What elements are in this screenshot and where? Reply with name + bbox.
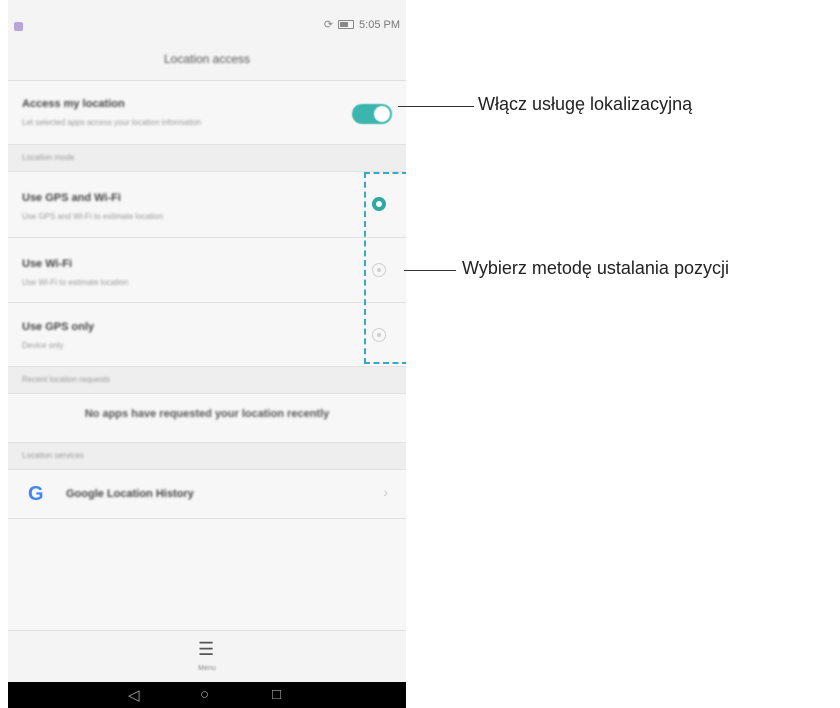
back-icon[interactable]: ◁ bbox=[128, 686, 140, 704]
title-bar: Location access bbox=[8, 40, 406, 81]
navigation-bar: ◁ ○ □ bbox=[8, 682, 406, 708]
home-icon[interactable]: ○ bbox=[200, 686, 209, 703]
section-location-services: Location services bbox=[8, 443, 406, 470]
status-bar: ⟳ 5:05 PM bbox=[8, 0, 406, 40]
access-location-title: Access my location bbox=[22, 98, 125, 110]
section-label: Recent location requests bbox=[22, 375, 111, 384]
bottom-menu-bar: ☰ Menu bbox=[8, 630, 406, 683]
callout-line-choose bbox=[404, 270, 456, 271]
mode-subtitle: Device only bbox=[22, 341, 64, 350]
recent-requests-row: No apps have requested your location rec… bbox=[8, 394, 406, 443]
section-recent-requests: Recent location requests bbox=[8, 367, 406, 394]
mode-row-wifi[interactable]: Use Wi-Fi Use Wi-Fi to estimate location bbox=[8, 238, 406, 303]
toggle-knob bbox=[374, 106, 390, 122]
mode-row-gps-wifi[interactable]: Use GPS and Wi-Fi Use GPS and Wi-Fi to e… bbox=[8, 172, 406, 238]
section-location-mode: Location mode bbox=[8, 145, 406, 172]
recents-icon[interactable]: □ bbox=[272, 686, 281, 703]
callout-enable-location: Włącz usługę lokalizacyjną bbox=[478, 94, 693, 114]
section-label: Location mode bbox=[22, 153, 75, 162]
section-label: Location services bbox=[22, 451, 84, 460]
mode-title: Use GPS only bbox=[22, 321, 95, 333]
callout-choose-method: Wybierz metodę ustalania pozycji bbox=[462, 258, 729, 278]
google-location-history-row[interactable]: G Google Location History › bbox=[8, 470, 406, 519]
battery-icon bbox=[338, 20, 355, 29]
notification-app-icon bbox=[14, 22, 23, 31]
chevron-right-icon: › bbox=[383, 484, 388, 500]
mode-title: Use Wi-Fi bbox=[22, 258, 73, 270]
page-title: Location access bbox=[163, 52, 251, 66]
mode-row-gps-only[interactable]: Use GPS only Device only bbox=[8, 303, 406, 367]
status-icons: ⟳ 5:05 PM bbox=[323, 18, 400, 32]
menu-icon[interactable]: ☰ bbox=[198, 639, 214, 660]
callout-line-enable bbox=[398, 106, 474, 107]
phone-screen: ⟳ 5:05 PM Location access Access my loca… bbox=[8, 0, 406, 708]
google-icon: G bbox=[28, 483, 44, 505]
signal-icon: ⟳ bbox=[323, 19, 334, 31]
menu-label[interactable]: Menu bbox=[8, 665, 406, 672]
access-location-row[interactable]: Access my location Let selected apps acc… bbox=[8, 81, 406, 145]
mode-subtitle: Use Wi-Fi to estimate location bbox=[22, 278, 129, 287]
mode-title: Use GPS and Wi-Fi bbox=[22, 192, 121, 204]
google-location-history-label: Google Location History bbox=[66, 488, 194, 500]
mode-subtitle: Use GPS and Wi-Fi to estimate location bbox=[22, 212, 163, 221]
no-recent-requests-text: No apps have requested your location rec… bbox=[84, 408, 330, 420]
access-location-subtitle: Let selected apps access your location i… bbox=[22, 118, 202, 127]
radio-highlight-box bbox=[364, 172, 406, 364]
access-location-toggle[interactable] bbox=[352, 104, 392, 124]
status-time: 5:05 PM bbox=[359, 18, 400, 31]
